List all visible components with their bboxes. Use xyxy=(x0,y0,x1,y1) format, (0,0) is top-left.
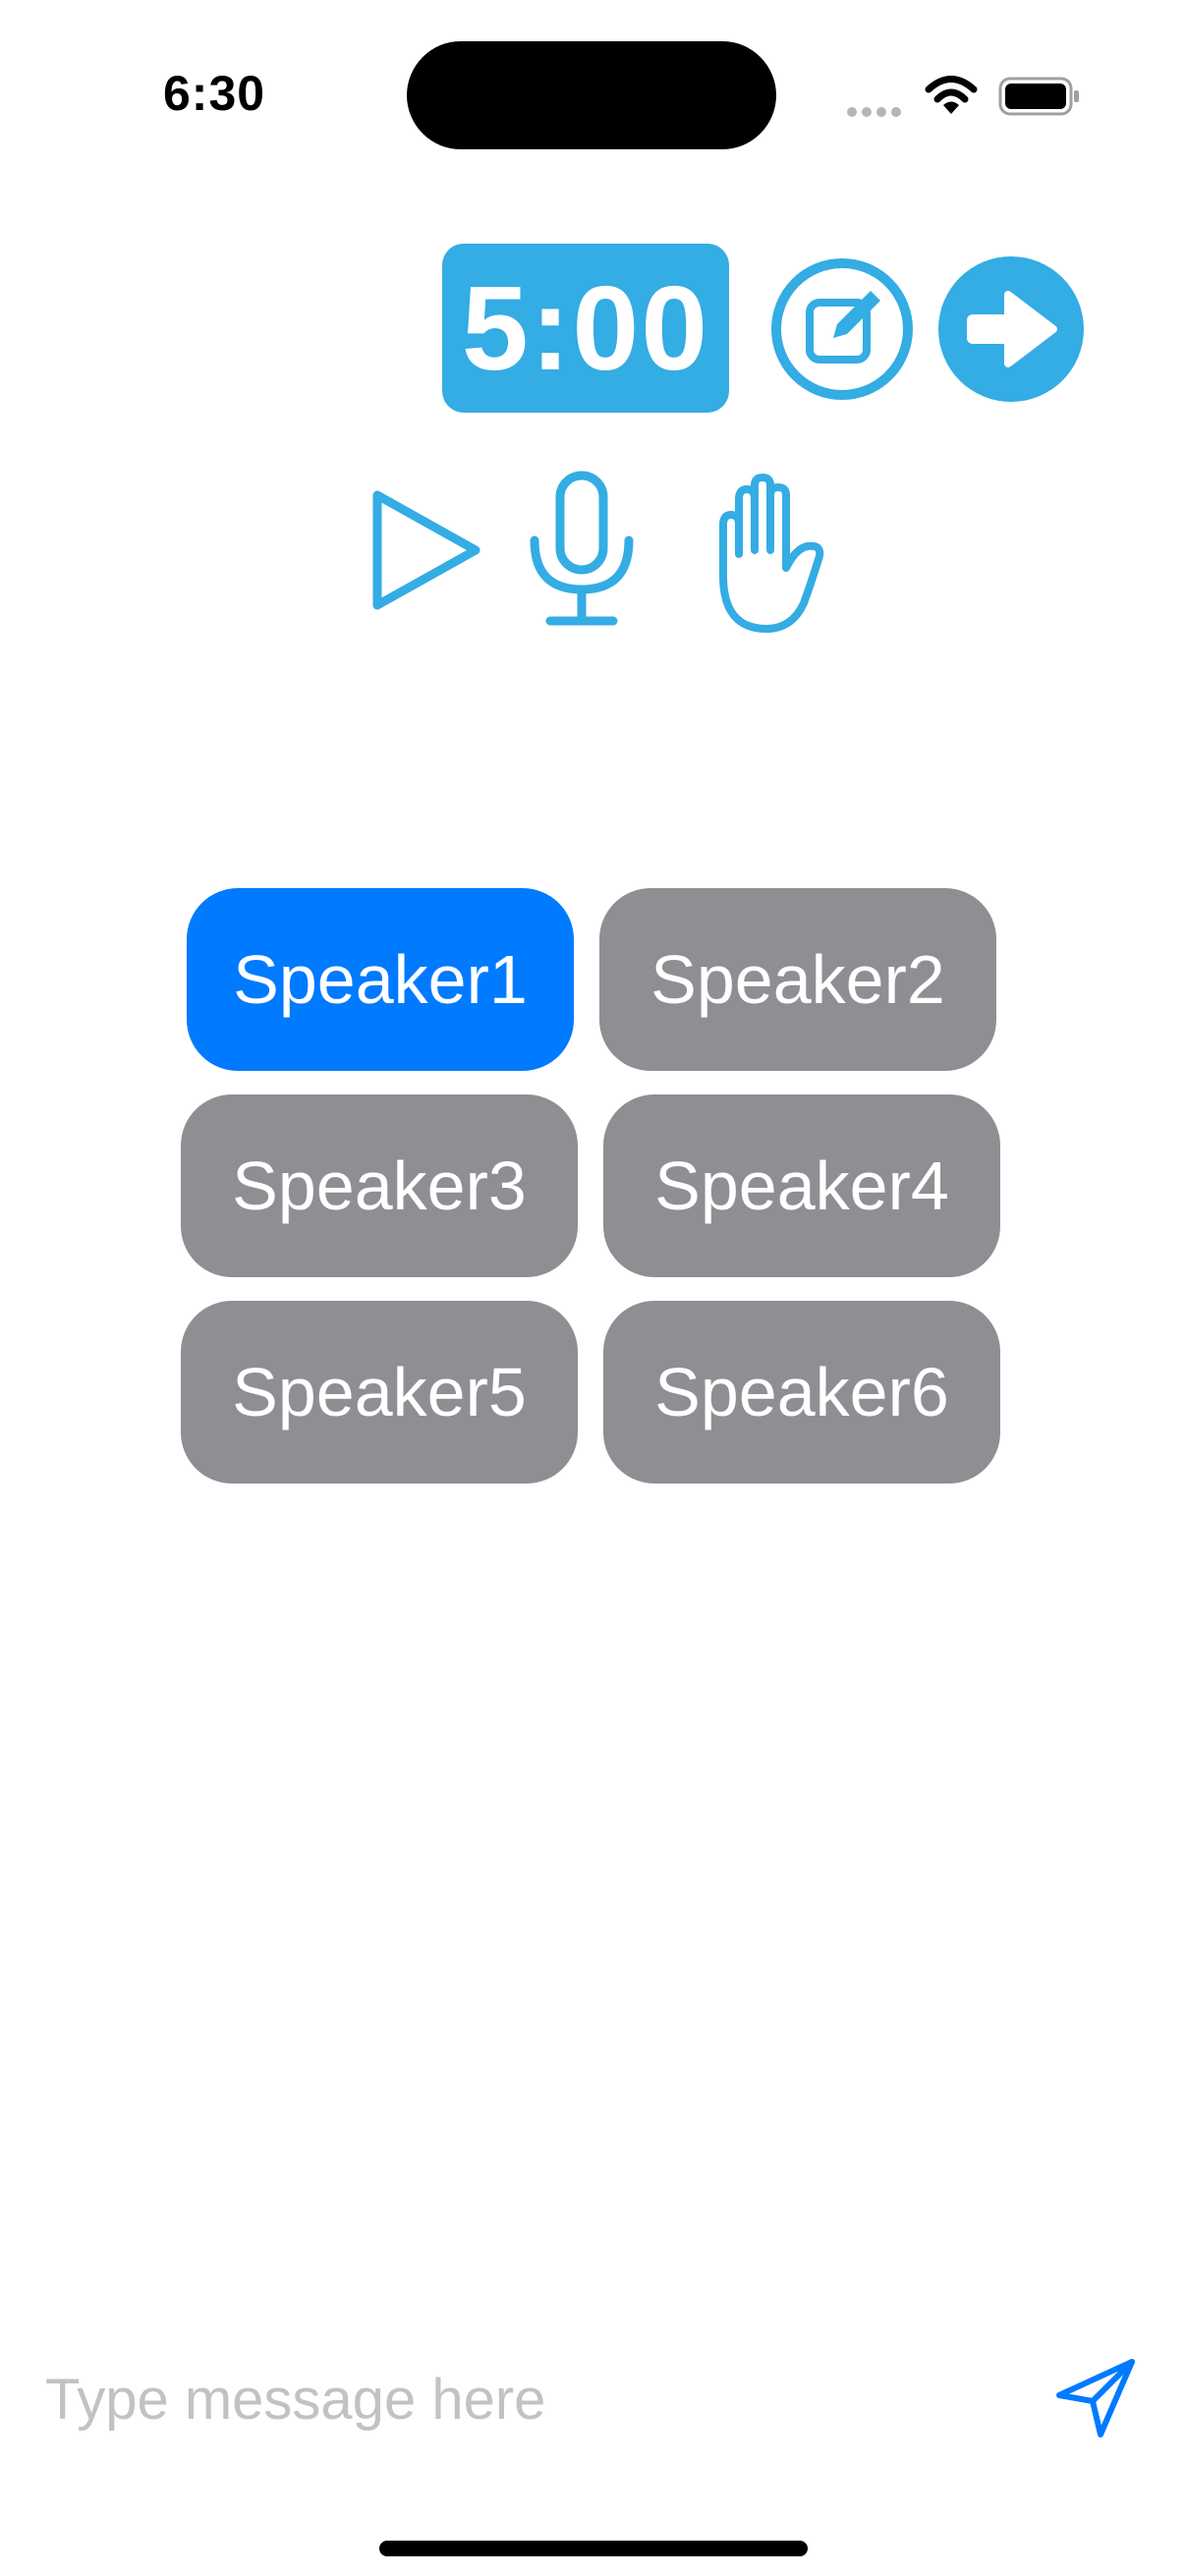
play-icon[interactable] xyxy=(369,485,485,615)
arrow-right-icon[interactable] xyxy=(937,255,1085,403)
home-indicator xyxy=(379,2541,808,2556)
raised-hand-icon[interactable] xyxy=(709,474,835,633)
send-icon[interactable] xyxy=(1053,2356,1138,2440)
message-input[interactable] xyxy=(45,2350,988,2448)
microphone-icon[interactable] xyxy=(527,470,637,629)
battery-icon xyxy=(998,77,1079,116)
timer-display[interactable]: 5:00 xyxy=(442,244,729,413)
speaker-5-button[interactable]: Speaker5 xyxy=(181,1301,578,1484)
dynamic-island xyxy=(407,41,776,149)
speaker-1-button[interactable]: Speaker1 xyxy=(187,888,574,1071)
speaker-6-button[interactable]: Speaker6 xyxy=(603,1301,1000,1484)
speaker-4-button[interactable]: Speaker4 xyxy=(603,1094,1000,1277)
wifi-icon xyxy=(925,76,978,114)
status-time: 6:30 xyxy=(163,66,266,121)
cellular-signal-icon xyxy=(847,104,906,122)
speaker-2-button[interactable]: Speaker2 xyxy=(599,888,996,1071)
speaker-3-button[interactable]: Speaker3 xyxy=(181,1094,578,1277)
edit-icon[interactable] xyxy=(768,255,916,403)
